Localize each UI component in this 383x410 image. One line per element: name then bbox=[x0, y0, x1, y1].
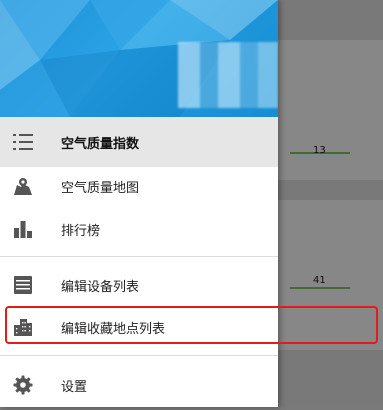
menu-divider bbox=[0, 256, 278, 257]
menu-item-label: 编辑设备列表 bbox=[61, 279, 140, 295]
map-icon bbox=[12, 175, 34, 197]
menu-item-leaderboard[interactable]: 排行榜 bbox=[0, 204, 278, 254]
menu-item-label: 空气质量地图 bbox=[61, 180, 140, 196]
menu-item-edit-favorite-locations[interactable]: 编辑收藏地点列表 bbox=[0, 302, 278, 352]
menu-divider bbox=[0, 355, 278, 356]
drawer-header bbox=[0, 0, 278, 117]
menu-item-air-quality-index[interactable]: 空气质量指数 bbox=[0, 117, 278, 167]
bar-chart-icon bbox=[12, 218, 34, 240]
city-buildings-icon bbox=[12, 316, 34, 338]
navigation-drawer: 空气质量指数 空气质量地图 排行榜 编辑设备列表 编辑收藏地点列表 设置 bbox=[0, 0, 278, 407]
menu-item-label: 设置 bbox=[61, 379, 88, 395]
list-icon bbox=[12, 131, 34, 153]
menu-item-label: 空气质量指数 bbox=[61, 136, 140, 152]
gear-icon bbox=[12, 374, 34, 396]
blurred-user-avatar bbox=[178, 42, 278, 108]
menu-item-settings[interactable]: 设置 bbox=[0, 360, 278, 410]
menu-item-label: 排行榜 bbox=[61, 223, 101, 239]
device-list-icon bbox=[12, 274, 34, 296]
menu-item-label: 编辑收藏地点列表 bbox=[61, 321, 166, 337]
